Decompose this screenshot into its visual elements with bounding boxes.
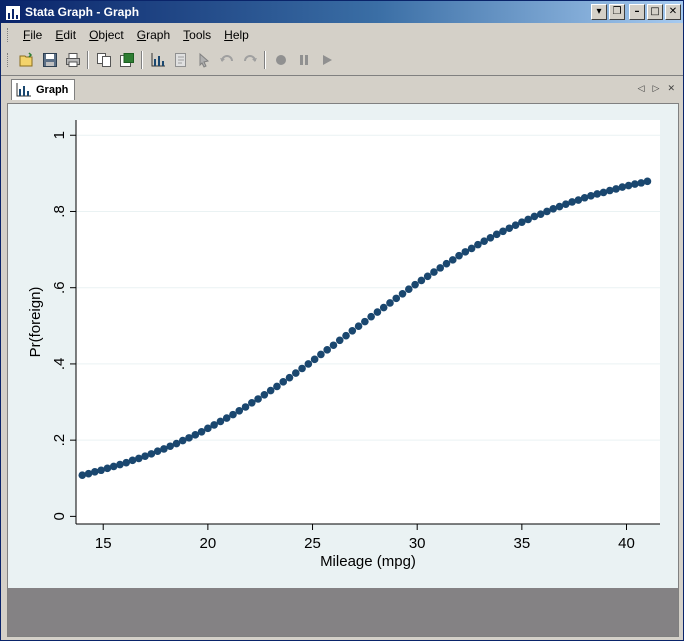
record-icon[interactable] <box>271 50 291 70</box>
tab-scroll-left-icon[interactable]: ◁ <box>638 83 645 94</box>
data-point <box>411 280 419 289</box>
data-point <box>354 322 363 330</box>
play-icon[interactable] <box>317 50 337 70</box>
data-point <box>335 336 344 345</box>
pause-icon[interactable] <box>294 50 314 70</box>
tab-strip: Graph ◁ ▷ ✕ <box>1 75 683 102</box>
data-point <box>379 303 388 312</box>
rename-icon[interactable] <box>117 50 137 70</box>
data-point <box>436 264 445 272</box>
data-point <box>291 369 300 377</box>
y-tick-label: 1 <box>51 131 68 139</box>
data-point <box>310 355 319 364</box>
data-point <box>323 346 331 354</box>
data-point <box>386 299 394 307</box>
data-point <box>405 285 413 294</box>
toolbar-separator <box>141 51 143 69</box>
data-point <box>643 177 652 186</box>
data-point <box>317 350 325 359</box>
menu-bar: File Edit Object Graph Tools Help <box>1 25 683 45</box>
data-point <box>273 382 281 391</box>
chart: 0 .2 .4 .6 .8 1 15 20 25 30 35 40 Mileage (mpg) Pr(fo… <box>27 120 660 570</box>
data-point <box>392 294 401 303</box>
graph-editor-icon[interactable] <box>148 50 168 70</box>
y-tick-label: .2 <box>51 434 68 447</box>
object-browser-icon[interactable] <box>171 50 191 70</box>
menu-file[interactable]: File <box>17 25 49 45</box>
menu-tools[interactable]: Tools <box>177 25 218 45</box>
tab-graph[interactable]: Graph <box>11 79 75 100</box>
data-point <box>373 308 382 316</box>
tab-label: Graph <box>36 84 69 96</box>
menu-graph[interactable]: Graph <box>131 25 177 45</box>
y-tick-label: .6 <box>51 281 68 294</box>
stata-graph-app-icon[interactable] <box>5 5 21 21</box>
data-point <box>241 403 250 411</box>
menu-object[interactable]: Object <box>83 25 131 45</box>
menu-help[interactable]: Help <box>218 25 256 45</box>
data-point <box>367 312 375 321</box>
toolbar-separator <box>264 51 266 69</box>
data-point <box>266 386 275 395</box>
pointer-icon[interactable] <box>194 50 214 70</box>
restore-button[interactable]: ❐ <box>609 4 625 20</box>
redo-icon[interactable] <box>240 50 260 70</box>
data-point <box>430 268 438 276</box>
x-tick-label: 35 <box>514 535 531 552</box>
data-point <box>254 395 262 403</box>
title-bar[interactable]: Stata Graph - Graph ▾ ❐ – □ ✕ <box>1 1 683 23</box>
minimize-button[interactable]: – <box>629 4 645 20</box>
open-icon[interactable] <box>17 50 37 70</box>
tab-scroll-right-icon[interactable]: ▷ <box>653 83 660 94</box>
data-point <box>260 390 269 399</box>
x-tick-label: 20 <box>200 535 217 552</box>
data-point <box>329 341 338 350</box>
data-point <box>285 373 294 382</box>
menubar-grip[interactable] <box>7 28 11 42</box>
data-point <box>304 360 313 368</box>
data-point <box>423 272 432 281</box>
data-point <box>342 331 350 340</box>
graph-canvas[interactable]: 0 .2 .4 .6 .8 1 15 20 25 30 35 40 Mileage (mpg) Pr(fo… <box>7 103 679 637</box>
graph-tab-icon <box>16 83 31 97</box>
x-axis-title: Mileage (mpg) <box>320 553 416 570</box>
graph-footer-bar <box>8 588 678 636</box>
toolbar <box>1 47 346 73</box>
close-button[interactable]: ✕ <box>665 4 681 20</box>
stata-graph-window: Stata Graph - Graph ▾ ❐ – □ ✕ File Edit … <box>0 0 684 641</box>
toolbar-separator <box>87 51 89 69</box>
copy-icon[interactable] <box>94 50 114 70</box>
x-tick-label: 15 <box>95 535 112 552</box>
y-tick-label: .8 <box>51 205 68 218</box>
data-point <box>448 256 457 264</box>
data-point <box>279 378 288 386</box>
x-tick-label: 40 <box>618 535 635 552</box>
data-point <box>398 289 407 298</box>
window-controls: ▾ ❐ – □ ✕ <box>591 4 681 20</box>
y-tick-label: 0 <box>51 512 68 520</box>
x-tick-label: 30 <box>409 535 426 552</box>
data-point <box>298 364 306 373</box>
data-point <box>361 317 369 326</box>
y-tick-label: .4 <box>51 358 68 371</box>
tab-navigation: ◁ ▷ ✕ <box>638 83 675 94</box>
menu-dropdown-button[interactable]: ▾ <box>591 4 607 20</box>
undo-icon[interactable] <box>217 50 237 70</box>
y-axis-title: Pr(foreign) <box>27 287 44 358</box>
toolbar-grip[interactable] <box>7 53 11 67</box>
data-point <box>348 326 357 335</box>
save-icon[interactable] <box>40 50 60 70</box>
tab-close-icon[interactable]: ✕ <box>667 83 675 94</box>
data-point <box>417 276 426 285</box>
window-title: Stata Graph - Graph <box>25 5 140 19</box>
menu-edit[interactable]: Edit <box>49 25 83 45</box>
maximize-button[interactable]: □ <box>647 4 663 20</box>
print-icon[interactable] <box>63 50 83 70</box>
x-tick-label: 25 <box>304 535 321 552</box>
